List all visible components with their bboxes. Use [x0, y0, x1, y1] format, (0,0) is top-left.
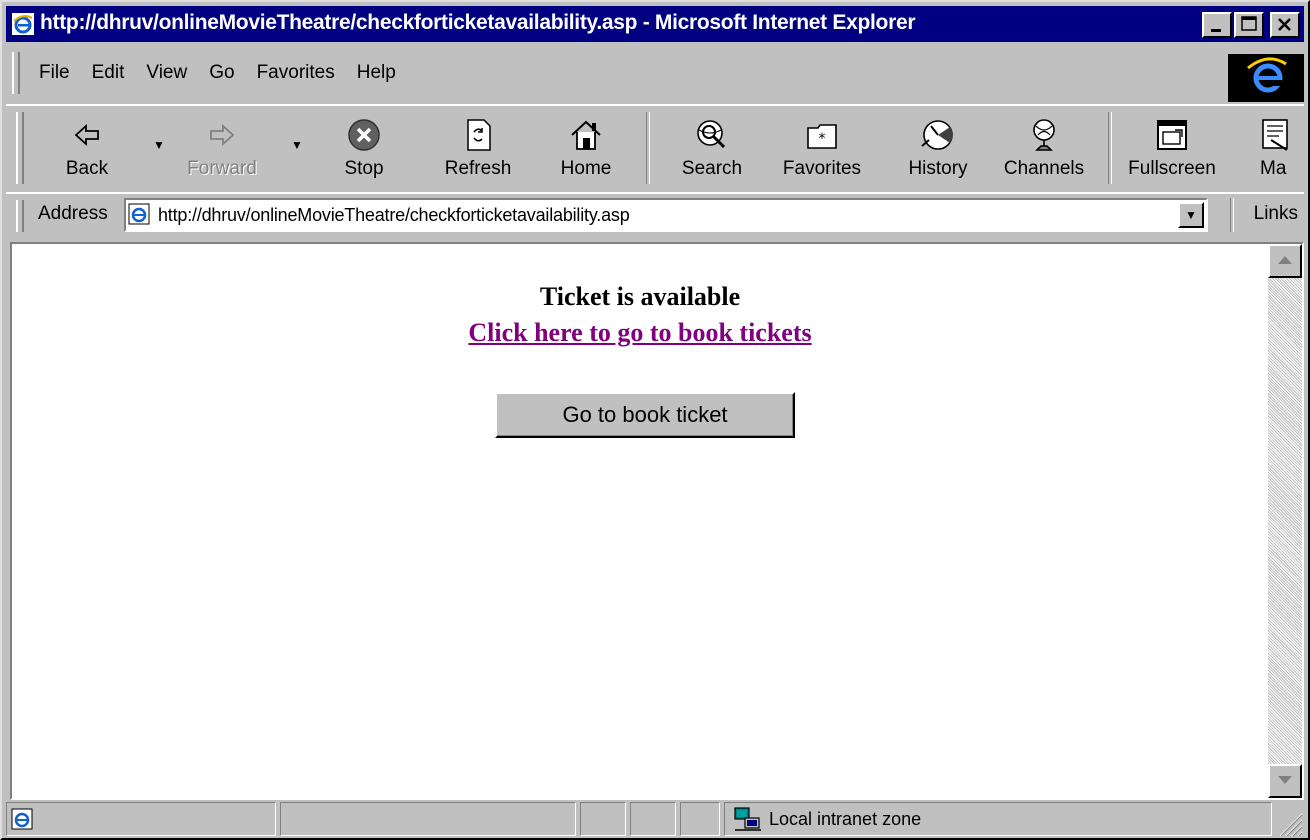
history-button[interactable]: History [898, 110, 978, 186]
home-button[interactable]: Home [544, 110, 628, 186]
back-history-dropdown[interactable]: ▼ [152, 139, 166, 151]
menu-help[interactable]: Help [346, 60, 407, 86]
search-globe-icon [697, 120, 726, 149]
back-button[interactable]: Back [50, 110, 124, 186]
fullscreen-label: Fullscreen [1128, 158, 1216, 179]
stop-label: Stop [344, 158, 384, 179]
go-to-book-ticket-button[interactable]: Go to book ticket [495, 392, 795, 438]
history-label: History [908, 158, 968, 179]
address-grip[interactable] [16, 200, 24, 232]
status-pane [580, 802, 626, 836]
browser-window: http://dhruv/onlineMovieTheatre/checkfor… [0, 0, 1310, 840]
forward-arrow-icon [210, 123, 235, 147]
forward-history-dropdown[interactable]: ▼ [290, 139, 304, 151]
channels-label: Channels [1003, 158, 1085, 179]
resize-grip-icon[interactable] [1274, 808, 1304, 838]
status-message-pane [6, 802, 276, 836]
fullscreen-button[interactable]: Fullscreen [1120, 110, 1224, 186]
favorites-folder-icon: * [807, 124, 837, 149]
search-label: Search [681, 158, 743, 179]
channels-button[interactable]: Channels [996, 110, 1092, 186]
toolbar-grip[interactable] [16, 112, 24, 184]
maximize-icon [1241, 16, 1257, 31]
favorites-button[interactable]: * Favorites [774, 110, 870, 186]
refresh-label: Refresh [444, 158, 512, 179]
home-label: Home [560, 158, 612, 179]
channels-icon [1033, 119, 1055, 151]
favorites-label: Favorites [782, 158, 862, 179]
menu-favorites[interactable]: Favorites [246, 60, 346, 86]
scroll-up-button[interactable] [1268, 244, 1302, 278]
mail-label: Ma [1260, 158, 1287, 179]
title-bar[interactable]: http://dhruv/onlineMovieTheatre/checkfor… [6, 6, 1304, 42]
forward-button[interactable]: Forward [174, 110, 270, 186]
scroll-up-arrow-icon [1278, 256, 1292, 264]
availability-message: Ticket is available [539, 282, 741, 311]
fullscreen-icon [1157, 120, 1187, 150]
history-icon [921, 120, 953, 150]
address-field[interactable]: ▼ [124, 198, 1208, 232]
book-tickets-link[interactable]: Click here to go to book tickets [468, 318, 811, 347]
back-label: Back [65, 158, 109, 179]
search-button[interactable]: Search [670, 110, 754, 186]
minimize-button[interactable] [1202, 12, 1232, 38]
svg-text:*: * [819, 131, 826, 147]
minimize-icon [1211, 29, 1221, 32]
menu-view[interactable]: View [135, 60, 198, 86]
scroll-down-button[interactable] [1268, 764, 1302, 798]
security-zone-pane: Local intranet zone [724, 802, 1272, 836]
stop-button[interactable]: Stop [324, 110, 404, 186]
vertical-scrollbar[interactable] [1268, 244, 1302, 798]
page-body: Ticket is available Click here to go to … [12, 244, 1268, 798]
back-arrow-icon [74, 123, 99, 147]
toolbar-separator [1230, 198, 1234, 232]
home-icon [571, 120, 601, 150]
status-pane [630, 802, 676, 836]
menu-edit[interactable]: Edit [81, 60, 136, 86]
stop-icon [348, 119, 380, 151]
forward-label: Forward [187, 158, 257, 179]
links-button[interactable]: Links [1254, 203, 1298, 225]
refresh-icon [467, 119, 491, 151]
toolbar-separator [1108, 112, 1112, 184]
address-input[interactable] [158, 202, 1168, 228]
close-button[interactable] [1270, 12, 1300, 38]
status-progress-pane [280, 802, 576, 836]
page-icon [11, 808, 33, 830]
ie-logo-icon [1247, 57, 1287, 93]
refresh-button[interactable]: Refresh [430, 110, 526, 186]
menu-bar: File Edit View Go Favorites Help [6, 46, 1304, 102]
page-viewport: Ticket is available Click here to go to … [10, 242, 1304, 800]
close-icon [1278, 18, 1291, 31]
toolbar-separator [646, 112, 650, 184]
window-title: http://dhruv/onlineMovieTheatre/checkfor… [40, 11, 916, 34]
scroll-down-arrow-icon [1278, 776, 1292, 784]
mail-icon [1262, 119, 1288, 151]
menu-grip[interactable] [12, 52, 20, 94]
security-zone-text: Local intranet zone [769, 809, 922, 829]
chevron-down-icon: ▼ [1185, 208, 1197, 222]
standard-toolbar: Back ▼ Forward ▼ Stop Refresh Home Searc… [6, 104, 1304, 190]
status-pane [680, 802, 720, 836]
menu-file[interactable]: File [28, 60, 81, 86]
mail-button[interactable]: Ma [1248, 110, 1304, 186]
page-icon [128, 203, 150, 225]
ie-logo-icon [12, 13, 34, 35]
menu-go[interactable]: Go [198, 60, 245, 86]
status-bar: Local intranet zone [6, 802, 1304, 838]
ie-throbber [1228, 54, 1304, 102]
address-bar: Address ▼ Links [6, 192, 1304, 236]
address-dropdown-button[interactable]: ▼ [1178, 202, 1204, 228]
maximize-button[interactable] [1234, 12, 1264, 38]
address-label: Address [38, 203, 108, 224]
intranet-zone-icon [734, 807, 761, 831]
